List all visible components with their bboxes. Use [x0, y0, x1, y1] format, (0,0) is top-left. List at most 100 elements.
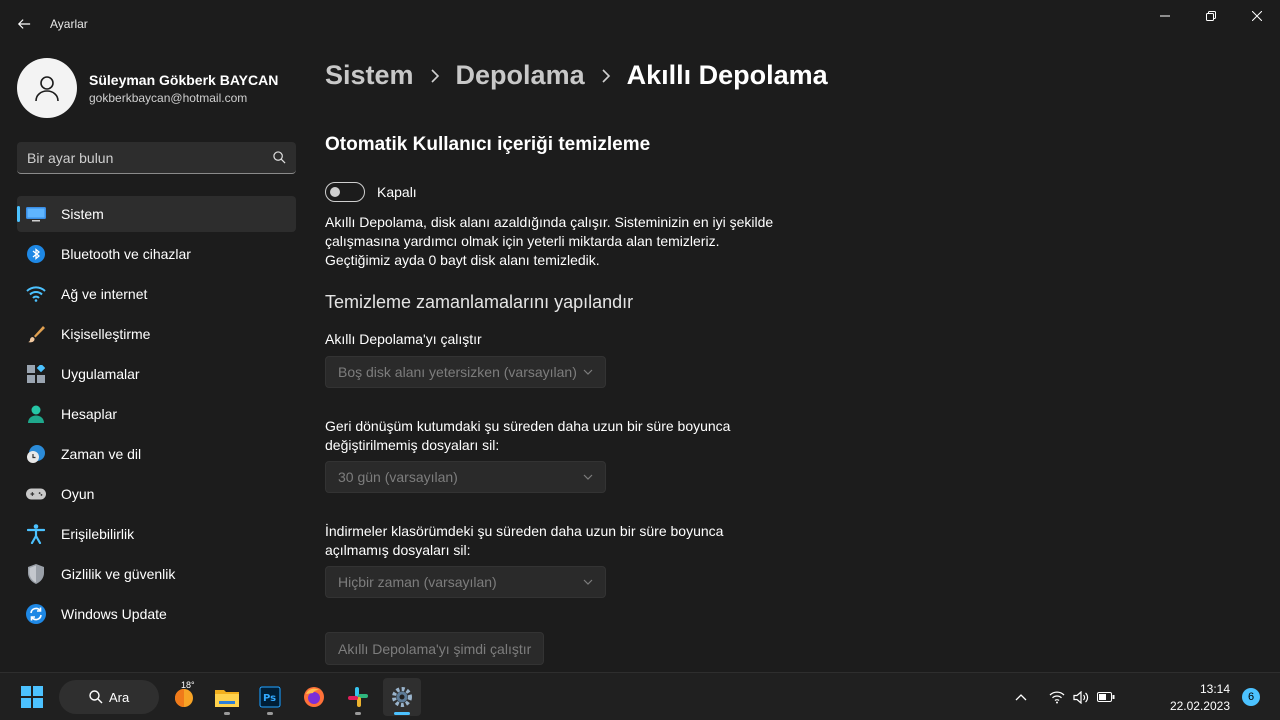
recycle-bin-dropdown[interactable]: 30 gün (varsayılan)	[325, 461, 606, 493]
label-line: İndirmeler klasörümdeki şu süreden daha …	[325, 523, 724, 539]
description-line: Akıllı Depolama, disk alanı azaldığında …	[325, 214, 774, 230]
sidebar-item-accessibility[interactable]: Erişilebilirlik	[17, 516, 296, 552]
taskbar-settings[interactable]	[383, 678, 421, 716]
start-button[interactable]	[13, 678, 51, 716]
sidebar-item-network[interactable]: Ağ ve internet	[17, 276, 296, 312]
sidebar-item-label: Hesaplar	[61, 406, 118, 422]
clock-date: 22.02.2023	[1169, 699, 1230, 713]
sidebar-item-label: Kişiselleştirme	[61, 326, 151, 342]
run-now-button[interactable]: Akıllı Depolama'yı şimdi çalıştır	[325, 632, 545, 665]
search-input[interactable]	[27, 149, 273, 166]
profile-name: Süleyman Gökberk BAYCAN	[89, 71, 279, 88]
breadcrumb-sistem[interactable]: Sistem	[325, 60, 414, 91]
brush-icon	[26, 324, 46, 344]
close-icon	[1252, 11, 1262, 21]
settings-search	[17, 142, 296, 174]
firefox-icon	[304, 687, 324, 707]
sidebar-item-label: Uygulamalar	[61, 366, 140, 382]
cleanup-toggle[interactable]	[325, 182, 365, 202]
monitor-icon	[26, 204, 46, 224]
sidebar-item-accounts[interactable]: Hesaplar	[17, 396, 296, 432]
chevron-right-icon	[430, 68, 440, 83]
taskbar-clock[interactable]: 13:14 22.02.2023	[1170, 681, 1230, 715]
user-profile[interactable]: Süleyman Gökberk BAYCAN gokberkbaycan@ho…	[17, 58, 278, 118]
run-label: Akıllı Depolama'yı çalıştır	[325, 331, 482, 347]
taskbar-search-label: Ara	[109, 689, 130, 705]
search-icon[interactable]	[273, 151, 286, 164]
search-icon	[89, 690, 103, 704]
sidebar-item-apps[interactable]: Uygulamalar	[17, 356, 296, 392]
arrow-left-icon	[17, 19, 31, 29]
run-schedule-dropdown[interactable]: Boş disk alanı yetersizken (varsayılan)	[325, 356, 606, 388]
sidebar-item-label: Bluetooth ve cihazlar	[61, 246, 191, 262]
wifi-icon[interactable]	[1049, 690, 1065, 704]
app-title: Ayarlar	[50, 17, 88, 31]
clock-globe-icon	[26, 444, 46, 464]
breadcrumb: Sistem Depolama Akıllı Depolama	[325, 60, 828, 91]
sidebar-item-windows-update[interactable]: Windows Update	[17, 596, 296, 632]
sidebar-item-label: Erişilebilirlik	[61, 526, 135, 542]
description: Akıllı Depolama, disk alanı azaldığında …	[325, 213, 785, 270]
avatar	[17, 58, 77, 118]
wifi-icon	[26, 284, 46, 304]
sidebar-item-time-language[interactable]: Zaman ve dil	[17, 436, 296, 472]
taskbar-search[interactable]: Ara	[59, 680, 159, 714]
taskbar-slack[interactable]	[339, 678, 377, 716]
sidebar-item-label: Ağ ve internet	[61, 286, 148, 302]
notification-badge[interactable]: 6	[1242, 688, 1260, 706]
downloads-dropdown[interactable]: Hiçbir zaman (varsayılan)	[325, 566, 606, 598]
photoshop-icon: Ps	[259, 686, 281, 708]
label-line: Geri dönüşüm kutumdaki şu süreden daha u…	[325, 418, 731, 434]
chevron-down-icon	[583, 474, 593, 480]
taskbar-photoshop[interactable]: Ps	[251, 678, 289, 716]
sidebar-nav: Sistem Bluetooth ve cihazlar Ağ ve inter…	[17, 196, 296, 636]
recycle-bin-label: Geri dönüşüm kutumdaki şu süreden daha u…	[325, 417, 765, 455]
sidebar-item-label: Windows Update	[61, 606, 167, 622]
chevron-down-icon	[583, 579, 593, 585]
battery-icon[interactable]	[1097, 692, 1115, 702]
label-line: değiştirilmemiş dosyaları sil:	[325, 437, 500, 453]
section-title: Otomatik Kullanıcı içeriği temizleme	[325, 134, 651, 155]
profile-text: Süleyman Gökberk BAYCAN gokberkbaycan@ho…	[89, 72, 278, 105]
label-line: açılmamış dosyaları sil:	[325, 542, 471, 558]
dropdown-value: Hiçbir zaman (varsayılan)	[338, 574, 497, 590]
bluetooth-icon	[26, 244, 46, 264]
dropdown-value: 30 gün (varsayılan)	[338, 469, 458, 485]
gamepad-icon	[26, 484, 46, 504]
minimize-icon	[1160, 15, 1170, 17]
folder-icon	[215, 690, 239, 707]
person-icon	[26, 404, 46, 424]
schedule-title: Temizleme zamanlamalarını yapılandır	[325, 292, 634, 312]
chevron-down-icon	[583, 369, 593, 375]
sidebar-item-privacy[interactable]: Gizlilik ve güvenlik	[17, 556, 296, 592]
close-button[interactable]	[1234, 0, 1280, 32]
taskbar-file-explorer[interactable]	[208, 678, 246, 716]
sidebar-item-gaming[interactable]: Oyun	[17, 476, 296, 512]
back-button[interactable]	[10, 10, 38, 38]
sidebar-item-label: Oyun	[61, 486, 95, 502]
weather-temperature: 18°	[181, 680, 195, 690]
minimize-button[interactable]	[1142, 0, 1188, 32]
restore-button[interactable]	[1188, 0, 1234, 32]
volume-icon[interactable]	[1073, 690, 1089, 704]
shield-icon	[26, 564, 46, 584]
taskbar: Ara 18° Ps 13:14 22.02.2023 6	[0, 672, 1280, 720]
system-tray	[1015, 673, 1115, 720]
breadcrumb-depolama[interactable]: Depolama	[456, 60, 585, 91]
accessibility-icon	[26, 524, 46, 544]
gear-icon	[392, 687, 412, 707]
person-icon	[35, 76, 59, 102]
svg-text:Ps: Ps	[263, 693, 276, 704]
dropdown-value: Boş disk alanı yetersizken (varsayılan)	[338, 364, 577, 380]
page-title: Akıllı Depolama	[626, 60, 828, 90]
chevron-up-icon[interactable]	[1015, 693, 1027, 701]
window-controls	[1142, 0, 1280, 32]
sidebar-item-personalization[interactable]: Kişiselleştirme	[17, 316, 296, 352]
windows-logo-icon	[21, 686, 43, 708]
title-bar: Ayarlar	[0, 0, 1280, 48]
description-line: çalışmasına yardımcı olmak için yeterli …	[325, 233, 720, 249]
taskbar-firefox[interactable]	[295, 678, 333, 716]
sidebar-item-bluetooth[interactable]: Bluetooth ve cihazlar	[17, 236, 296, 272]
description-line: Geçtiğimiz ayda 0 bayt disk alanı temizl…	[325, 252, 600, 268]
sidebar-item-sistem[interactable]: Sistem	[17, 196, 296, 232]
